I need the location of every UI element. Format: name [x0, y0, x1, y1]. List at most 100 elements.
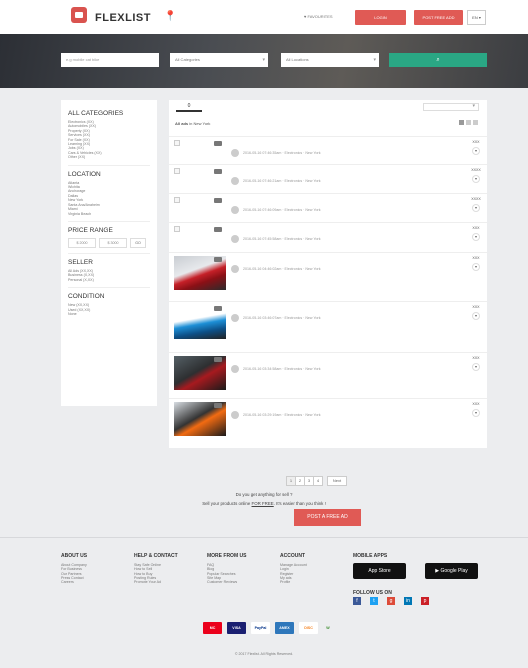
paypal-icon: PayPal: [251, 622, 270, 634]
search-icon: ⌕: [436, 57, 440, 63]
divider: [68, 164, 150, 166]
ad-price: XXX: [472, 140, 480, 144]
category-select[interactable]: All Categories ▾: [170, 53, 268, 67]
language-select[interactable]: EN ▾: [467, 10, 486, 25]
condition-title: CONDITION: [68, 293, 105, 301]
camera-icon: [214, 169, 222, 174]
broken-image-icon: [174, 197, 180, 203]
pagination: 1 2 3 4 Next: [286, 476, 347, 486]
location-list: Atlanta Wichita Anchorage Dallas New York San…: [68, 181, 150, 216]
broken-image-icon: [174, 140, 180, 146]
category-link[interactable]: Other (XX): [68, 155, 150, 159]
ad-price: XXX: [472, 356, 480, 360]
ad-meta: 2016-05-16 03:29:19am · Electronics · Ne…: [243, 413, 321, 417]
row-divider: [169, 352, 487, 353]
price-max-input[interactable]: $ 3000: [99, 237, 127, 248]
condition-list: New (XX,XX) Used (XX,XX) None: [68, 303, 150, 316]
price-go-button[interactable]: GO: [130, 237, 146, 248]
row-divider: [169, 252, 487, 253]
camera-icon: [214, 227, 222, 232]
ad-meta: 2016-05-16 07:46:21am · Electronics · Ne…: [243, 179, 321, 183]
avatar: [231, 177, 239, 185]
linkedin-icon[interactable]: in: [404, 597, 412, 605]
ad-meta: 2016-05-16 07:45:58am · Electronics · Ne…: [243, 237, 321, 241]
app-store-button[interactable]: App Store: [353, 563, 406, 579]
category-list: Electronics (XX) Automobiles (XX) Property…: [68, 120, 150, 160]
avatar: [231, 265, 239, 273]
ad-meta: 2016-05-16 07:46:35am · Electronics · Ne…: [243, 151, 321, 155]
ad-options-icon[interactable]: ▾: [472, 147, 480, 155]
sort-select[interactable]: ▾: [423, 103, 479, 111]
location-link[interactable]: Virginia Beach: [68, 212, 150, 216]
row-divider: [169, 301, 487, 302]
seller-filter[interactable]: Personal (X,XX): [68, 278, 150, 282]
logo-text[interactable]: FLEXLIST: [95, 12, 151, 24]
price-min-input[interactable]: $ 2000: [68, 237, 96, 248]
condition-filter[interactable]: None: [68, 312, 150, 316]
post-free-ad-cta-button[interactable]: POST A FREE AD: [294, 509, 361, 526]
search-input[interactable]: e.g mobile cat bike: [61, 53, 159, 67]
row-divider: [169, 193, 487, 194]
ad-options-icon[interactable]: ▾: [472, 312, 480, 320]
ad-options-icon[interactable]: ▾: [472, 263, 480, 271]
footer-divider: [0, 537, 528, 538]
next-page-button[interactable]: Next: [327, 476, 347, 486]
grid-view-icon[interactable]: [466, 120, 471, 125]
row-divider: [169, 398, 487, 399]
location-pin-icon[interactable]: 📍: [164, 11, 176, 22]
copyright: © 2017 Flexlist. All Rights Reserved.: [234, 652, 294, 656]
ad-price: XXXX: [471, 197, 481, 201]
ad-price: XXXX: [471, 168, 481, 172]
list-view-icon[interactable]: [459, 120, 464, 125]
footer-account: ACCOUNT Manage Account Login Register My ad…: [280, 553, 307, 585]
camera-icon: [214, 357, 222, 362]
free-link[interactable]: FOR FREE: [252, 501, 274, 506]
avatar: [231, 206, 239, 214]
footer-help: HELP & CONTACT Stay Safe Online How to Se…: [134, 553, 178, 585]
chevron-down-icon: ▾: [262, 57, 265, 63]
broken-image-icon: [174, 168, 180, 174]
visa-icon: VISA: [227, 622, 246, 634]
facebook-icon[interactable]: f: [353, 597, 361, 605]
divider: [68, 220, 150, 222]
logo-icon[interactable]: [71, 7, 87, 23]
page-4-button[interactable]: 4: [313, 476, 323, 486]
ad-meta: 2016-05-16 03:34:58am · Electronics · Ne…: [243, 367, 321, 371]
ad-price: XXX: [472, 305, 480, 309]
tab-all-ads[interactable]: 0: [176, 101, 202, 112]
ad-options-icon[interactable]: ▾: [472, 175, 480, 183]
ad-options-icon[interactable]: ▾: [472, 233, 480, 241]
login-button[interactable]: LOGIN: [355, 10, 406, 25]
footer-link[interactable]: Customer Reviews: [207, 580, 246, 584]
ad-meta: 2016-05-16 03:46:07am · Electronics · Ne…: [243, 316, 321, 320]
camera-icon: [214, 403, 222, 408]
chevron-down-icon: ▾: [373, 57, 376, 63]
google-plus-icon[interactable]: g: [387, 597, 395, 605]
footer-link[interactable]: Profile: [280, 580, 307, 584]
compact-view-icon[interactable]: [473, 120, 478, 125]
ad-options-icon[interactable]: ▾: [472, 204, 480, 212]
ad-price: XXX: [472, 256, 480, 260]
post-free-ad-button[interactable]: POST FREE ADD: [414, 10, 463, 25]
divider: [68, 287, 150, 289]
play-icon: ▶: [435, 568, 440, 574]
twitter-icon[interactable]: t: [370, 597, 378, 605]
ad-options-icon[interactable]: ▾: [472, 409, 480, 417]
listing-panel: 0 ▾ All ads in New York 2016-05-16 07:46…: [169, 100, 487, 448]
location-select[interactable]: All Locations ▾: [281, 53, 379, 67]
footer-more: MORE FROM US FAQ Blog Popular Searches Site…: [207, 553, 247, 585]
footer-link[interactable]: Careers: [61, 580, 87, 584]
pinterest-icon[interactable]: p: [421, 597, 429, 605]
ad-options-icon[interactable]: ▾: [472, 363, 480, 371]
footer-link[interactable]: Promote Your Ad: [134, 580, 178, 584]
payment-methods: MC VISA PayPal AMEX DISC W: [203, 622, 333, 634]
favourites-link[interactable]: ♥ FAVOURITES: [304, 14, 333, 19]
wallet-icon: W: [326, 626, 330, 630]
amex-icon: AMEX: [275, 622, 294, 634]
google-play-button[interactable]: ▶ Google Play: [425, 563, 478, 579]
footer-about: ABOUT US About Company For Business Our Pa…: [61, 553, 88, 585]
search-button[interactable]: ⌕: [389, 53, 487, 67]
avatar: [231, 149, 239, 157]
camera-icon: [214, 198, 222, 203]
footer-mobile: MOBILE APPS: [353, 553, 388, 559]
